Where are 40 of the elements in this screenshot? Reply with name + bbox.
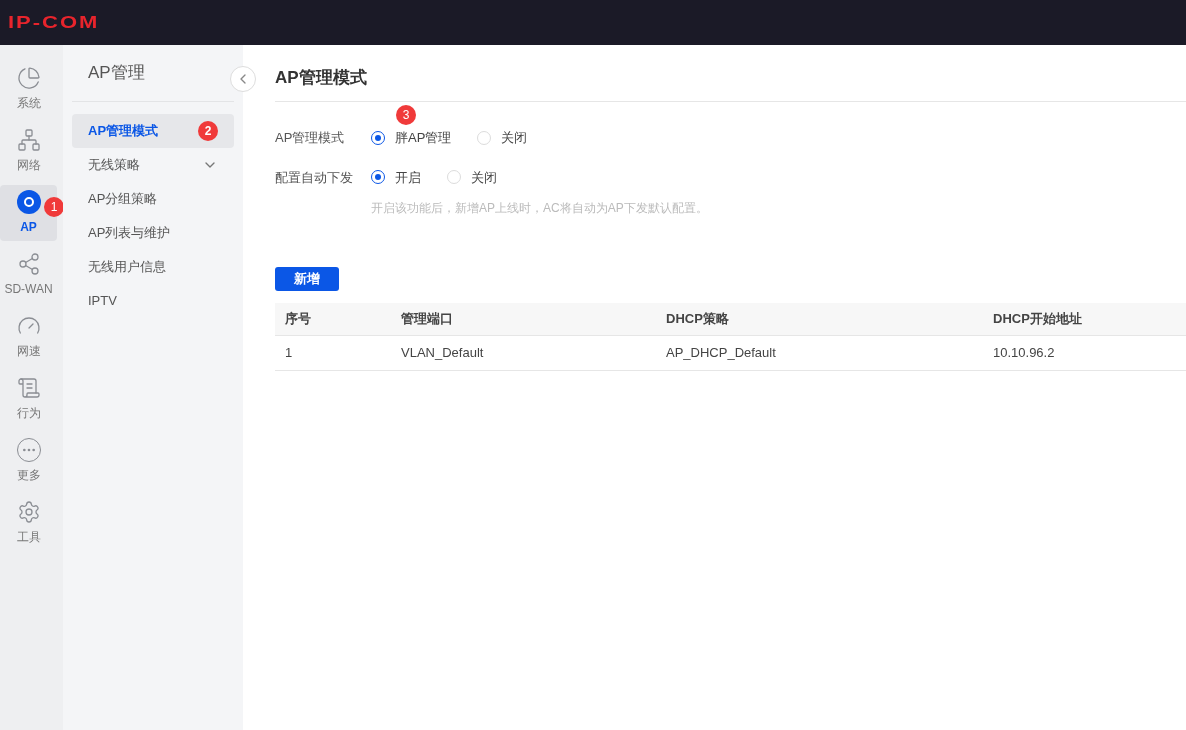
access-point-icon	[16, 190, 41, 214]
submenu-item[interactable]: IPTV	[72, 284, 234, 318]
rail-item[interactable]: 系统	[0, 61, 57, 117]
submenu-item[interactable]: 无线用户信息	[72, 250, 234, 284]
submenu-item[interactable]: AP分组策略	[72, 182, 234, 216]
column-header: 管理端口	[391, 303, 656, 335]
radio-option[interactable]: 开启	[371, 167, 421, 187]
rail-item[interactable]: SD-WAN	[0, 247, 57, 303]
page-title: AP管理模式	[275, 67, 367, 89]
rail-item[interactable]: 网速	[0, 309, 57, 365]
network-icon	[16, 128, 41, 152]
rail-item[interactable]: 工具	[0, 495, 57, 551]
rail-item[interactable]: 更多	[0, 433, 57, 489]
submenu-item[interactable]: AP管理模式 2	[72, 114, 234, 148]
table-cell: 1	[275, 335, 391, 370]
settings-icon	[16, 500, 41, 524]
annotation-badge: 2	[198, 121, 218, 141]
submenu-item[interactable]: AP列表与维护	[72, 216, 234, 250]
submenu-item[interactable]: 无线策略	[72, 148, 234, 182]
column-header: 序号	[275, 303, 391, 335]
radio-option[interactable]: 胖AP管理	[371, 128, 452, 148]
collapse-button[interactable]	[230, 66, 256, 92]
table-cell: VLAN_Default	[391, 335, 656, 370]
field-label: AP管理模式	[275, 129, 346, 147]
field-label: 配置自动下发	[275, 168, 354, 187]
table-cell: 10.10.96.2	[983, 335, 1186, 370]
table-cell: AP_DHCP_Default	[656, 335, 983, 370]
radio-option[interactable]: 关闭	[477, 128, 528, 148]
annotation-badge: 3	[396, 105, 416, 125]
logo: IP-COM	[8, 12, 100, 34]
submenu-title: AP管理	[88, 62, 145, 85]
column-header: DHCP开始地址	[983, 303, 1186, 335]
document-icon	[16, 376, 41, 400]
pie-chart-icon	[16, 66, 41, 90]
rail-item[interactable]: 行为	[0, 371, 57, 427]
column-header: DHCP策略	[656, 303, 983, 335]
add-button[interactable]: 新增	[275, 267, 339, 291]
radio-option[interactable]: 关闭	[447, 167, 497, 187]
rail-item[interactable]: 网络	[0, 123, 57, 179]
annotation-badge: 1	[44, 197, 64, 217]
